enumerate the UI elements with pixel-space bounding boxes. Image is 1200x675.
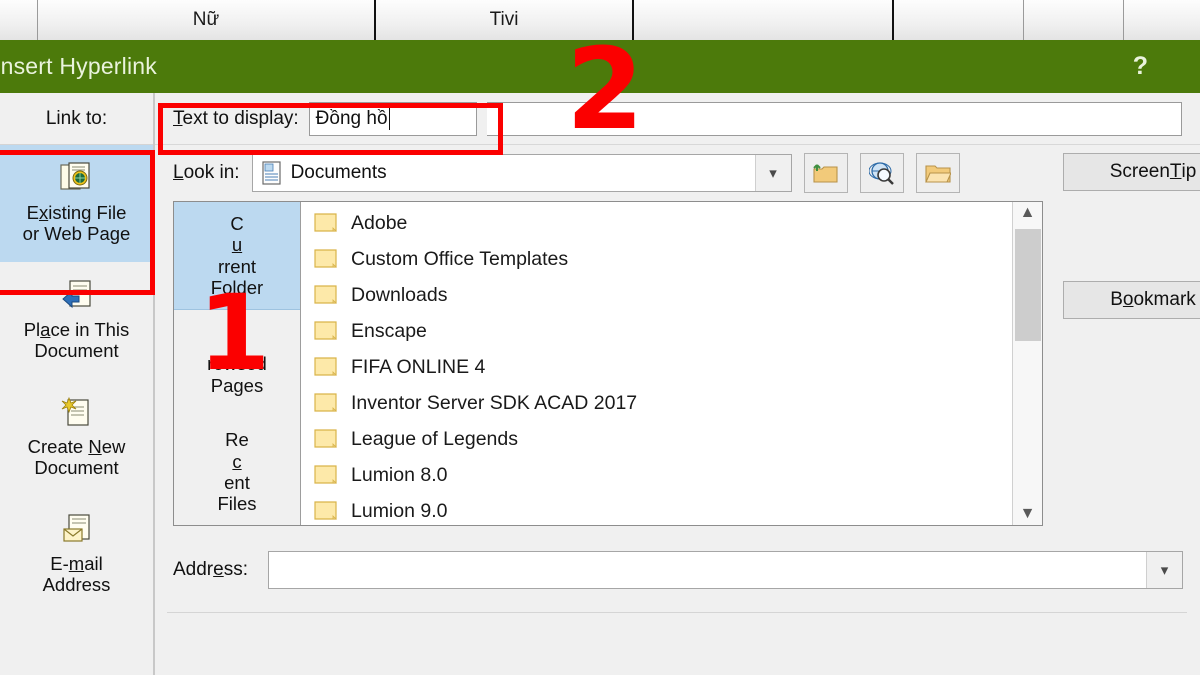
sidebar-item-label: Create New Document	[27, 436, 126, 478]
documents-folder-icon	[253, 161, 283, 185]
sidebar-item-label: E-mail Address	[42, 553, 111, 595]
sidebar-item-label: Existing File or Web Page	[22, 202, 131, 244]
list-item[interactable]: Lumion 8.0	[301, 457, 1012, 493]
list-item[interactable]: Adobe	[301, 205, 1012, 241]
dialog-main-area: Text to display: Đồng hồ Look in: Docume…	[155, 93, 1200, 675]
spreadsheet-cell[interactable]	[1024, 0, 1124, 40]
list-item[interactable]: FIFA ONLINE 4	[301, 349, 1012, 385]
list-item-label: Custom Office Templates	[351, 247, 569, 270]
list-item[interactable]: Lumion 9.0	[301, 493, 1012, 525]
tab-recent-files[interactable]: Re c ent Files	[174, 418, 300, 526]
browse-tabs: Cu rrent Folder Browsed Pages Re c ent Files	[174, 202, 301, 525]
file-list[interactable]: Adobe Custom Office Templates Downloads	[301, 202, 1012, 525]
email-document-icon	[60, 513, 94, 550]
list-item-label: Lumion 9.0	[351, 499, 448, 522]
document-arrow-icon	[60, 279, 94, 316]
folder-icon	[314, 249, 337, 268]
dialog-title: Insert Hyperlink	[0, 53, 157, 79]
folder-icon	[314, 213, 337, 232]
new-document-icon	[60, 396, 94, 433]
footer-divider	[167, 612, 1187, 613]
chevron-down-icon[interactable]: ▾	[754, 155, 791, 191]
spreadsheet-cell[interactable]: Nữ	[38, 0, 376, 40]
open-folder-icon[interactable]	[915, 153, 960, 193]
screentip-button[interactable]: Screen Tip	[1063, 153, 1200, 191]
spreadsheet-cell[interactable]	[634, 0, 894, 40]
list-item[interactable]: Enscape	[301, 313, 1012, 349]
globe-search-icon[interactable]	[859, 153, 904, 193]
list-item[interactable]: Custom Office Templates	[301, 241, 1012, 277]
scrollbar-thumb[interactable]	[1015, 229, 1041, 341]
sidebar-item-existing-file-or-web-page[interactable]: Existing File or Web Page	[0, 145, 153, 262]
sidebar-item-place-in-this-document[interactable]: Place in This Document	[0, 262, 153, 379]
tab-current-folder[interactable]: Cu rrent Folder	[174, 202, 300, 310]
folder-icon	[314, 429, 337, 448]
list-item[interactable]: League of Legends	[301, 421, 1012, 457]
file-list-scrollbar[interactable]: ▲ ▼	[1012, 202, 1042, 525]
folder-icon	[314, 321, 337, 340]
dialog-title-bar: Insert Hyperlink ?	[0, 40, 1200, 93]
link-to-rail: Link to: Existing File or Web Page Place…	[0, 93, 155, 675]
list-item-label: League of Legends	[351, 427, 518, 450]
chevron-down-icon[interactable]: ▾	[1146, 552, 1182, 588]
address-combobox[interactable]: ▾	[268, 551, 1183, 589]
folder-icon	[314, 393, 337, 412]
scroll-up-icon[interactable]: ▲	[1020, 205, 1036, 221]
dialog-body: Link to: Existing File or Web Page Place…	[0, 93, 1200, 675]
text-to-display-label: Text to display:	[173, 107, 299, 129]
spreadsheet-cell[interactable]	[1124, 0, 1200, 40]
folder-icon	[314, 285, 337, 304]
list-item-label: Lumion 8.0	[351, 463, 448, 486]
folder-icon	[314, 357, 337, 376]
sidebar-item-e-mail-address[interactable]: E-mail Address	[0, 496, 153, 613]
list-item-label: Adobe	[351, 211, 408, 234]
link-to-label: Link to:	[0, 93, 153, 145]
folder-icon	[314, 501, 337, 520]
sidebar-item-label: Place in This Document	[23, 319, 130, 361]
address-row: Address: ▾	[173, 548, 1183, 592]
bookmark-button[interactable]: Bo okmark	[1063, 281, 1200, 319]
text-to-display-input-extension[interactable]	[486, 101, 1182, 136]
list-item-label: Inventor Server SDK ACAD 2017	[351, 391, 638, 414]
list-item-label: Downloads	[351, 283, 448, 306]
text-to-display-value: Đồng hồ	[315, 107, 388, 129]
look-in-row: Look in: Documents ▾	[155, 145, 1200, 201]
list-item[interactable]: Downloads	[301, 277, 1012, 313]
insert-hyperlink-dialog: Insert Hyperlink ? Link to: Existing Fil…	[0, 40, 1200, 675]
sidebar-item-create-new-document[interactable]: Create New Document	[0, 379, 153, 496]
list-item-label: FIFA ONLINE 4	[351, 355, 486, 378]
list-item[interactable]: Inventor Server SDK ACAD 2017	[301, 385, 1012, 421]
spreadsheet-cell[interactable]	[894, 0, 1024, 40]
spreadsheet-cell[interactable]	[0, 0, 38, 40]
text-to-display-input[interactable]: Đồng hồ	[308, 101, 477, 136]
text-to-display-row: Text to display: Đồng hồ	[155, 93, 1200, 145]
scrollbar-track[interactable]	[1013, 221, 1042, 506]
look-in-label: Look in:	[173, 162, 240, 183]
look-in-combobox[interactable]: Documents ▾	[251, 154, 792, 192]
file-browser: Cu rrent Folder Browsed Pages Re c ent Files A…	[173, 201, 1043, 526]
help-icon[interactable]: ?	[1133, 52, 1200, 81]
look-in-value: Documents	[290, 162, 387, 183]
folder-icon	[314, 465, 337, 484]
up-folder-icon[interactable]	[803, 153, 848, 193]
document-globe-icon	[59, 162, 94, 199]
spreadsheet-header-row: Nữ Tivi	[0, 0, 1200, 40]
list-item-label: Enscape	[351, 319, 427, 342]
spreadsheet-cell[interactable]: Tivi	[376, 0, 634, 40]
address-label: Address:	[173, 559, 248, 580]
text-cursor	[388, 107, 390, 130]
tab-browsed-pages[interactable]: Browsed Pages	[174, 310, 300, 418]
scroll-down-icon[interactable]: ▼	[1020, 506, 1036, 522]
